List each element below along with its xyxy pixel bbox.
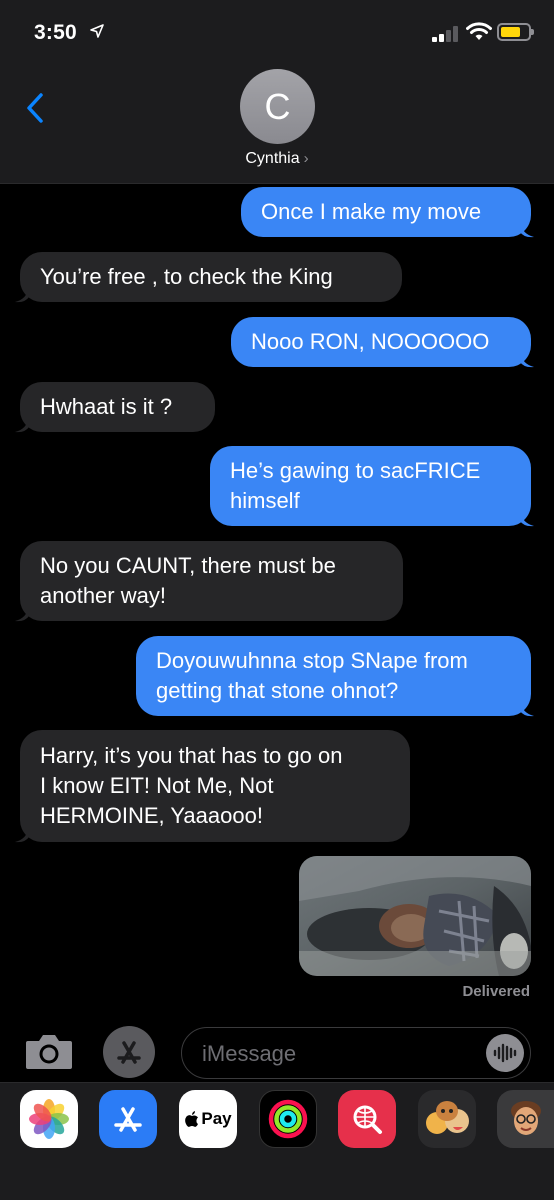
message-bubble-received[interactable]: Hwhaat is it ?	[20, 382, 215, 432]
message-bubble-received[interactable]: No you CAUNT, there must be another way!	[20, 541, 403, 621]
message-bubble-received[interactable]: Harry, it’s you that has to go on I know…	[20, 730, 410, 842]
bubble-tail	[520, 511, 534, 527]
app-store-icon	[117, 1041, 141, 1064]
waveform-icon	[493, 1043, 517, 1063]
apple-pay-app-button[interactable]: Pay	[179, 1090, 237, 1148]
bubble-tail	[520, 352, 534, 368]
message-input-placeholder: iMessage	[202, 1041, 297, 1066]
message-text: Once I make my move	[261, 199, 482, 224]
memoji-app-button[interactable]	[497, 1090, 554, 1148]
camera-icon	[26, 1035, 72, 1069]
status-time: 3:50	[34, 21, 77, 44]
message-input[interactable]: iMessage	[181, 1027, 531, 1079]
bubble-tail	[15, 606, 29, 622]
bubble-tail	[15, 827, 29, 843]
app-store-drawer-button[interactable]	[103, 1026, 155, 1078]
app-store-app-button[interactable]	[99, 1090, 157, 1148]
bubble-tail	[520, 701, 534, 717]
audio-message-button[interactable]	[486, 1034, 524, 1072]
activity-app-button[interactable]	[259, 1090, 317, 1148]
bubble-tail	[15, 417, 29, 433]
message-text: Doyouwuhnna stop SNape from getting that…	[156, 648, 468, 703]
message-bubble-sent[interactable]: Once I make my move	[241, 187, 531, 237]
message-text: Nooo RON, NOOOOOO	[251, 329, 490, 354]
message-bubble-sent[interactable]: He’s gawing to sacFRICE himself	[210, 446, 531, 526]
contact-name-button[interactable]: Cynthia ›	[0, 150, 554, 168]
contact-avatar[interactable]: C	[240, 69, 315, 144]
activity-icon	[268, 1099, 308, 1139]
animoji-app-button[interactable]	[418, 1090, 476, 1148]
photos-app-button[interactable]	[20, 1090, 78, 1148]
apple-pay-label: Pay	[201, 1109, 232, 1128]
contact-name: Cynthia	[245, 150, 300, 167]
message-text: He’s gawing to sacFRICE himself	[230, 458, 481, 513]
bubble-tail	[15, 287, 29, 303]
message-bubble-sent[interactable]: Doyouwuhnna stop SNape from getting that…	[136, 636, 531, 716]
chevron-left-icon	[27, 93, 43, 123]
cellular-signal-icon	[432, 26, 458, 42]
web-search-icon	[353, 1105, 382, 1134]
chevron-right-icon: ›	[303, 150, 309, 167]
app-store-icon	[114, 1107, 142, 1132]
web-search-app-button[interactable]	[338, 1090, 396, 1148]
message-text: No you CAUNT, there must be another way!	[40, 553, 336, 608]
wifi-icon	[466, 22, 492, 40]
memoji-icon	[510, 1101, 541, 1135]
message-bubble-received[interactable]: You’re free , to check the King	[20, 252, 402, 302]
avatar-initial: C	[264, 85, 291, 127]
animoji-icon	[426, 1101, 469, 1134]
delivery-status: Delivered	[462, 983, 530, 1000]
location-arrow-icon	[90, 24, 104, 38]
photos-icon	[29, 1099, 69, 1139]
image-attachment[interactable]	[299, 856, 531, 976]
message-text: Hwhaat is it ?	[40, 394, 173, 419]
bubble-tail	[520, 222, 534, 238]
battery-icon	[497, 23, 534, 41]
message-bubble-sent[interactable]: Nooo RON, NOOOOOO	[231, 317, 531, 367]
back-button[interactable]	[18, 86, 52, 130]
message-text: You’re free , to check the King	[40, 264, 333, 289]
apple-logo-icon	[185, 1111, 199, 1127]
message-text: Harry, it’s you that has to go on I know…	[40, 743, 343, 828]
camera-button[interactable]	[24, 1031, 74, 1071]
movie-still-image	[299, 856, 531, 976]
